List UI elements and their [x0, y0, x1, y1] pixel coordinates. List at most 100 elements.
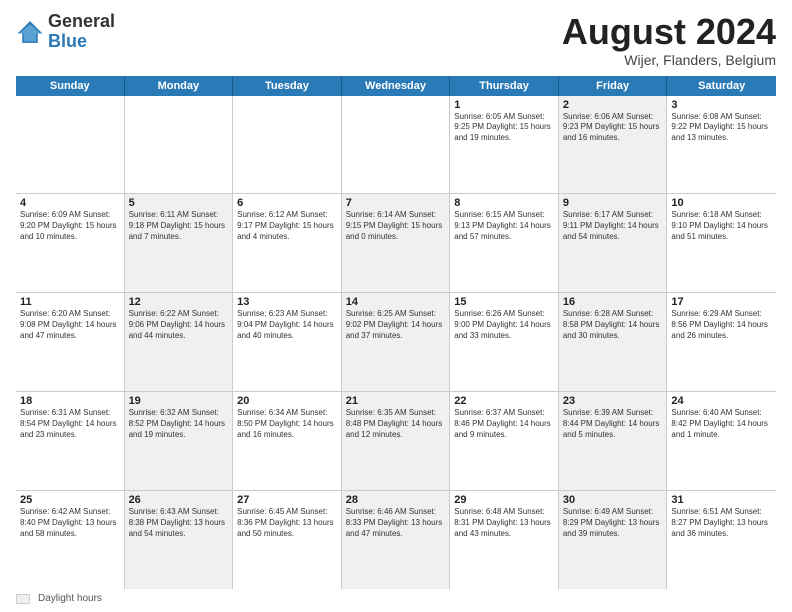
calendar-body: 1Sunrise: 6:05 AM Sunset: 9:25 PM Daylig…: [16, 96, 776, 589]
day-cell-10: 10Sunrise: 6:18 AM Sunset: 9:10 PM Dayli…: [667, 194, 776, 292]
day-cell-25: 25Sunrise: 6:42 AM Sunset: 8:40 PM Dayli…: [16, 491, 125, 589]
day-number: 7: [346, 197, 446, 209]
day-cell-5: 5Sunrise: 6:11 AM Sunset: 9:18 PM Daylig…: [125, 194, 234, 292]
header-day-wednesday: Wednesday: [342, 76, 451, 96]
day-cell-22: 22Sunrise: 6:37 AM Sunset: 8:46 PM Dayli…: [450, 392, 559, 490]
header: General Blue August 2024 Wijer, Flanders…: [16, 12, 776, 68]
header-day-friday: Friday: [559, 76, 668, 96]
title-block: August 2024 Wijer, Flanders, Belgium: [562, 12, 776, 68]
day-number: 17: [671, 296, 772, 308]
empty-cell: [16, 96, 125, 194]
day-cell-7: 7Sunrise: 6:14 AM Sunset: 9:15 PM Daylig…: [342, 194, 451, 292]
day-number: 14: [346, 296, 446, 308]
day-number: 15: [454, 296, 554, 308]
day-cell-14: 14Sunrise: 6:25 AM Sunset: 9:02 PM Dayli…: [342, 293, 451, 391]
day-detail: Sunrise: 6:25 AM Sunset: 9:02 PM Dayligh…: [346, 309, 446, 341]
day-cell-16: 16Sunrise: 6:28 AM Sunset: 8:58 PM Dayli…: [559, 293, 668, 391]
legend-label: Daylight hours: [38, 593, 102, 604]
day-detail: Sunrise: 6:37 AM Sunset: 8:46 PM Dayligh…: [454, 408, 554, 440]
day-number: 12: [129, 296, 229, 308]
logo-general: General: [48, 12, 115, 32]
day-cell-23: 23Sunrise: 6:39 AM Sunset: 8:44 PM Dayli…: [559, 392, 668, 490]
header-day-tuesday: Tuesday: [233, 76, 342, 96]
empty-cell: [233, 96, 342, 194]
day-detail: Sunrise: 6:17 AM Sunset: 9:11 PM Dayligh…: [563, 210, 663, 242]
day-number: 16: [563, 296, 663, 308]
day-number: 31: [671, 494, 772, 506]
month-year: August 2024: [562, 12, 776, 52]
day-detail: Sunrise: 6:29 AM Sunset: 8:56 PM Dayligh…: [671, 309, 772, 341]
day-detail: Sunrise: 6:34 AM Sunset: 8:50 PM Dayligh…: [237, 408, 337, 440]
day-cell-2: 2Sunrise: 6:06 AM Sunset: 9:23 PM Daylig…: [559, 96, 668, 194]
week-row-3: 18Sunrise: 6:31 AM Sunset: 8:54 PM Dayli…: [16, 392, 776, 491]
day-detail: Sunrise: 6:15 AM Sunset: 9:13 PM Dayligh…: [454, 210, 554, 242]
day-detail: Sunrise: 6:39 AM Sunset: 8:44 PM Dayligh…: [563, 408, 663, 440]
day-number: 18: [20, 395, 120, 407]
day-detail: Sunrise: 6:43 AM Sunset: 8:38 PM Dayligh…: [129, 507, 229, 539]
day-number: 13: [237, 296, 337, 308]
day-number: 25: [20, 494, 120, 506]
day-number: 29: [454, 494, 554, 506]
day-detail: Sunrise: 6:06 AM Sunset: 9:23 PM Dayligh…: [563, 112, 663, 144]
day-number: 21: [346, 395, 446, 407]
day-cell-31: 31Sunrise: 6:51 AM Sunset: 8:27 PM Dayli…: [667, 491, 776, 589]
week-row-4: 25Sunrise: 6:42 AM Sunset: 8:40 PM Dayli…: [16, 491, 776, 589]
day-number: 1: [454, 99, 554, 111]
day-number: 2: [563, 99, 663, 111]
logo-blue: Blue: [48, 32, 115, 52]
day-detail: Sunrise: 6:35 AM Sunset: 8:48 PM Dayligh…: [346, 408, 446, 440]
day-cell-20: 20Sunrise: 6:34 AM Sunset: 8:50 PM Dayli…: [233, 392, 342, 490]
week-row-0: 1Sunrise: 6:05 AM Sunset: 9:25 PM Daylig…: [16, 96, 776, 195]
day-number: 5: [129, 197, 229, 209]
day-detail: Sunrise: 6:32 AM Sunset: 8:52 PM Dayligh…: [129, 408, 229, 440]
day-number: 4: [20, 197, 120, 209]
day-cell-18: 18Sunrise: 6:31 AM Sunset: 8:54 PM Dayli…: [16, 392, 125, 490]
day-cell-19: 19Sunrise: 6:32 AM Sunset: 8:52 PM Dayli…: [125, 392, 234, 490]
week-row-1: 4Sunrise: 6:09 AM Sunset: 9:20 PM Daylig…: [16, 194, 776, 293]
day-cell-27: 27Sunrise: 6:45 AM Sunset: 8:36 PM Dayli…: [233, 491, 342, 589]
day-cell-1: 1Sunrise: 6:05 AM Sunset: 9:25 PM Daylig…: [450, 96, 559, 194]
day-detail: Sunrise: 6:12 AM Sunset: 9:17 PM Dayligh…: [237, 210, 337, 242]
day-detail: Sunrise: 6:05 AM Sunset: 9:25 PM Dayligh…: [454, 112, 554, 144]
day-cell-28: 28Sunrise: 6:46 AM Sunset: 8:33 PM Dayli…: [342, 491, 451, 589]
day-number: 23: [563, 395, 663, 407]
day-detail: Sunrise: 6:08 AM Sunset: 9:22 PM Dayligh…: [671, 112, 772, 144]
day-detail: Sunrise: 6:09 AM Sunset: 9:20 PM Dayligh…: [20, 210, 120, 242]
day-number: 26: [129, 494, 229, 506]
logo: General Blue: [16, 12, 115, 52]
day-number: 20: [237, 395, 337, 407]
day-detail: Sunrise: 6:31 AM Sunset: 8:54 PM Dayligh…: [20, 408, 120, 440]
day-detail: Sunrise: 6:28 AM Sunset: 8:58 PM Dayligh…: [563, 309, 663, 341]
day-number: 10: [671, 197, 772, 209]
day-number: 30: [563, 494, 663, 506]
header-day-thursday: Thursday: [450, 76, 559, 96]
day-number: 3: [671, 99, 772, 111]
week-row-2: 11Sunrise: 6:20 AM Sunset: 9:08 PM Dayli…: [16, 293, 776, 392]
day-cell-12: 12Sunrise: 6:22 AM Sunset: 9:06 PM Dayli…: [125, 293, 234, 391]
day-cell-17: 17Sunrise: 6:29 AM Sunset: 8:56 PM Dayli…: [667, 293, 776, 391]
day-detail: Sunrise: 6:14 AM Sunset: 9:15 PM Dayligh…: [346, 210, 446, 242]
day-cell-21: 21Sunrise: 6:35 AM Sunset: 8:48 PM Dayli…: [342, 392, 451, 490]
logo-text: General Blue: [48, 12, 115, 52]
day-cell-13: 13Sunrise: 6:23 AM Sunset: 9:04 PM Dayli…: [233, 293, 342, 391]
page: General Blue August 2024 Wijer, Flanders…: [0, 0, 792, 612]
day-number: 6: [237, 197, 337, 209]
day-number: 24: [671, 395, 772, 407]
day-number: 8: [454, 197, 554, 209]
footer: Daylight hours: [16, 593, 776, 604]
day-detail: Sunrise: 6:23 AM Sunset: 9:04 PM Dayligh…: [237, 309, 337, 341]
day-cell-24: 24Sunrise: 6:40 AM Sunset: 8:42 PM Dayli…: [667, 392, 776, 490]
day-cell-4: 4Sunrise: 6:09 AM Sunset: 9:20 PM Daylig…: [16, 194, 125, 292]
day-detail: Sunrise: 6:42 AM Sunset: 8:40 PM Dayligh…: [20, 507, 120, 539]
logo-icon: [16, 18, 44, 46]
day-detail: Sunrise: 6:49 AM Sunset: 8:29 PM Dayligh…: [563, 507, 663, 539]
day-detail: Sunrise: 6:20 AM Sunset: 9:08 PM Dayligh…: [20, 309, 120, 341]
header-day-saturday: Saturday: [667, 76, 776, 96]
empty-cell: [125, 96, 234, 194]
day-number: 27: [237, 494, 337, 506]
day-detail: Sunrise: 6:22 AM Sunset: 9:06 PM Dayligh…: [129, 309, 229, 341]
day-cell-29: 29Sunrise: 6:48 AM Sunset: 8:31 PM Dayli…: [450, 491, 559, 589]
day-number: 9: [563, 197, 663, 209]
legend-box: [16, 594, 30, 604]
day-cell-30: 30Sunrise: 6:49 AM Sunset: 8:29 PM Dayli…: [559, 491, 668, 589]
